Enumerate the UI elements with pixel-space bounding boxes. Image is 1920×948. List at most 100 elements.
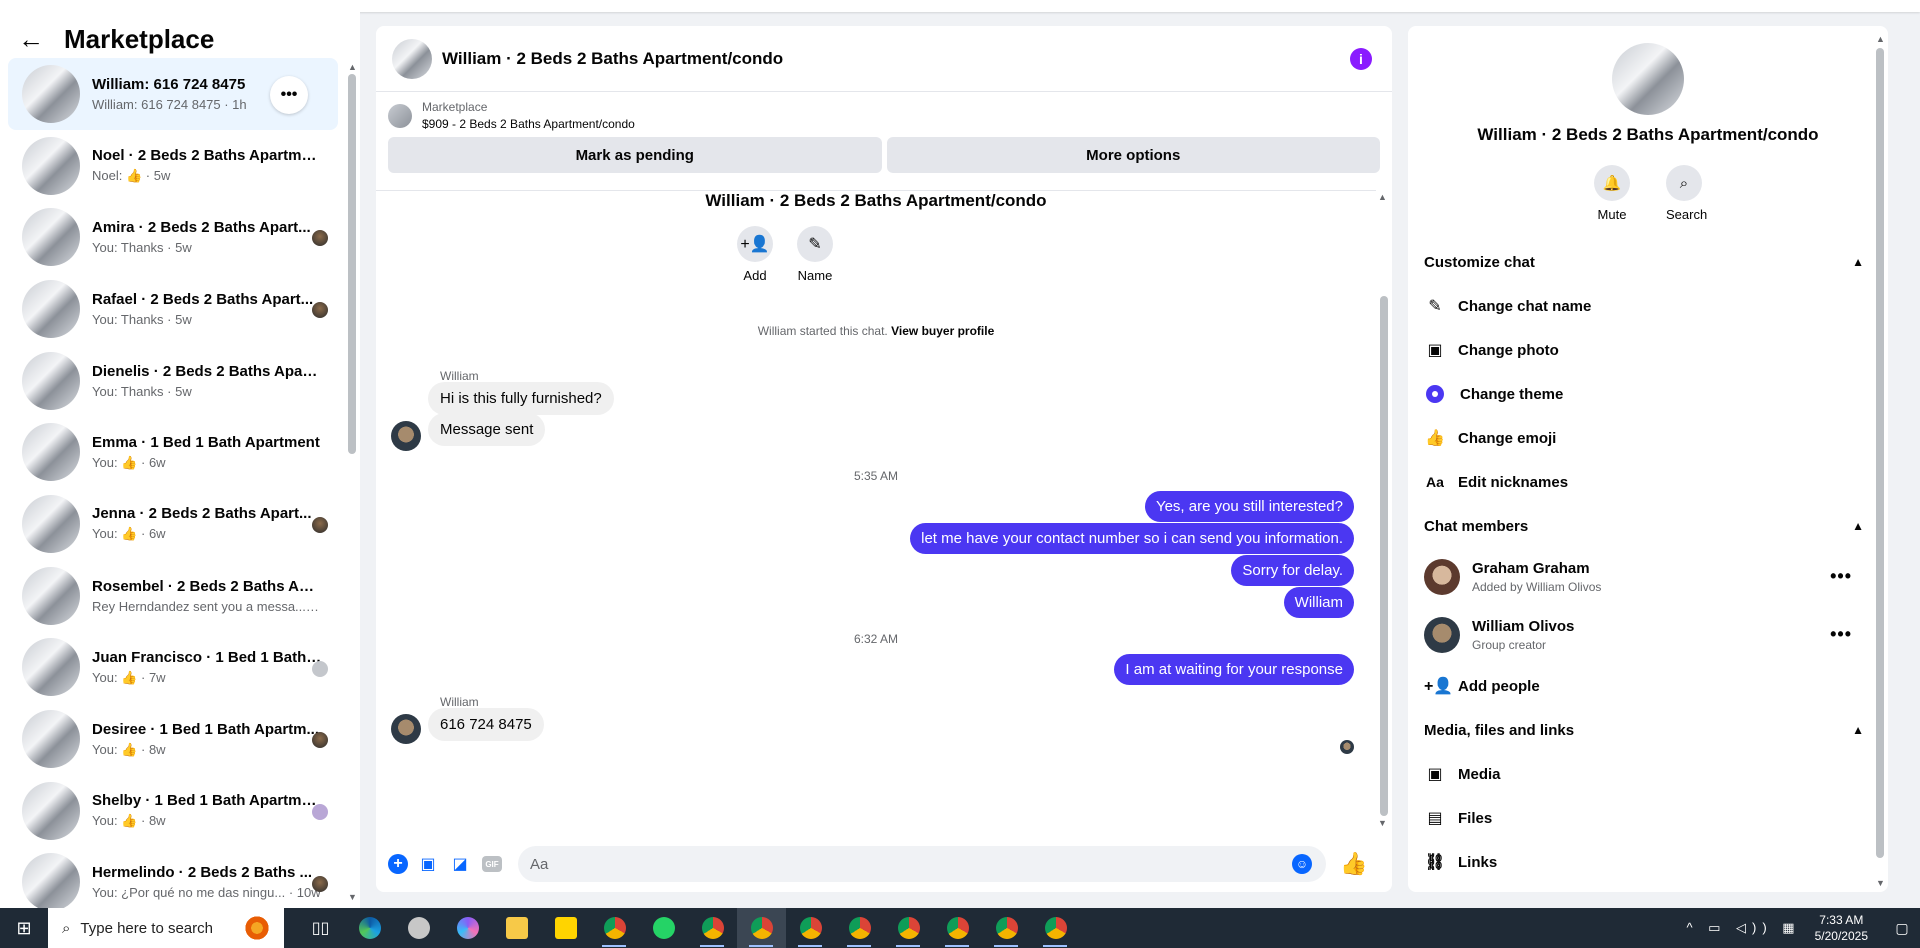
emoji-icon[interactable]: ☺ [1292, 854, 1312, 874]
taskbar-search[interactable]: ⌕ Type here to search [48, 908, 284, 948]
chrome-icon[interactable] [1031, 908, 1080, 948]
mark-as-pending-button[interactable]: Mark as pending [388, 137, 882, 173]
copilot-icon[interactable] [443, 908, 492, 948]
conversation-preview: Rey Herndandez sent you a messa... · 7w [92, 598, 322, 614]
edit-nicknames-item[interactable]: Aa Edit nicknames [1408, 460, 1888, 504]
conversation-item[interactable]: William: 616 724 8475 William: 616 724 8… [8, 58, 338, 130]
incoming-message[interactable]: Message sent [428, 413, 546, 446]
customize-chat-section[interactable]: Customize chat ▲ [1408, 240, 1888, 284]
change-chat-name-item[interactable]: ✎ Change chat name [1408, 284, 1888, 328]
sticker-icon[interactable]: ◪ [446, 850, 474, 878]
conversation-item[interactable]: Hermelindo · 2 Beds 2 Baths ... You: ¿Po… [8, 847, 338, 908]
conversation-item[interactable]: Noel · 2 Beds 2 Baths Apartment Noel: 👍 … [8, 130, 338, 202]
conversation-item[interactable]: Shelby · 1 Bed 1 Bath Apartment You: 👍 ·… [8, 775, 338, 847]
links-item[interactable]: ⛓ Links [1408, 840, 1888, 884]
preview-time: · 7w [141, 669, 166, 685]
chrome-icon[interactable] [884, 908, 933, 948]
outgoing-message[interactable]: I am at waiting for your response [1114, 654, 1354, 685]
conversation-item[interactable]: Rafael · 2 Beds 2 Baths Apart... You: Th… [8, 273, 338, 345]
clock[interactable]: 7:33 AM 5/20/2025 [1815, 912, 1868, 944]
listing-title[interactable]: $909 - 2 Beds 2 Baths Apartment/condo [422, 117, 635, 131]
preview-time: · 8w [141, 741, 166, 757]
outgoing-message[interactable]: let me have your contact number so i can… [910, 523, 1354, 554]
change-theme-item[interactable]: Change theme [1408, 372, 1888, 416]
scroll-up-arrow-icon[interactable]: ▲ [1378, 192, 1387, 202]
view-buyer-profile-link[interactable]: View buyer profile [891, 324, 994, 338]
chrome-icon[interactable] [933, 908, 982, 948]
info-panel-scrollbar[interactable] [1876, 48, 1884, 858]
more-options-icon[interactable]: ••• [1830, 624, 1852, 645]
chat-avatar[interactable] [392, 38, 432, 79]
media-files-links-section[interactable]: Media, files and links ▲ [1408, 708, 1888, 752]
gif-icon[interactable]: GIF [482, 856, 502, 872]
incoming-message[interactable]: Hi is this fully furnished? [428, 382, 614, 415]
conversation-item[interactable]: Desiree · 1 Bed 1 Bath Apartm... You: 👍 … [8, 703, 338, 775]
conversation-item[interactable]: Juan Francisco · 1 Bed 1 Bath ... You: 👍… [8, 632, 338, 704]
more-options-icon[interactable]: ••• [270, 76, 308, 114]
conversation-item[interactable]: Amira · 2 Beds 2 Baths Apart... You: Tha… [8, 201, 338, 273]
chrome-icon[interactable] [590, 908, 639, 948]
message-input[interactable]: Aa ☺ [518, 846, 1326, 882]
scroll-down-arrow-icon[interactable]: ▼ [1876, 878, 1885, 888]
nickname-icon: Aa [1426, 474, 1444, 490]
name-label: Name [797, 268, 833, 283]
scroll-up-arrow-icon[interactable]: ▲ [1876, 34, 1885, 44]
more-options-icon[interactable]: ••• [1830, 566, 1852, 587]
conversation-item[interactable]: Rosembel · 2 Beds 2 Baths Apart... Rey H… [8, 560, 338, 632]
edge-icon[interactable] [345, 908, 394, 948]
chevron-up-icon: ▲ [1852, 723, 1864, 737]
add-people-item[interactable]: +👤 Add people [1408, 664, 1888, 708]
outgoing-message[interactable]: Yes, are you still interested? [1144, 491, 1354, 522]
scroll-down-arrow-icon[interactable]: ▼ [348, 892, 357, 902]
chat-info-avatar[interactable] [1612, 43, 1684, 115]
whatsapp-icon[interactable] [639, 908, 688, 948]
conversation-item[interactable]: Emma · 1 Bed 1 Bath Apartment You: 👍 · 6… [8, 416, 338, 488]
outgoing-message[interactable]: William [1283, 587, 1354, 618]
more-options-button[interactable]: More options [886, 137, 1380, 173]
conversation-item[interactable]: Jenna · 2 Beds 2 Baths Apart... You: 👍 ·… [8, 488, 338, 560]
member-avatar [1424, 617, 1460, 653]
windows-start-icon[interactable]: ⊞ [0, 908, 48, 948]
add-action[interactable]: +👤 Add [725, 226, 785, 283]
sender-avatar[interactable] [391, 714, 421, 744]
notifications-icon[interactable]: ▢ [1884, 920, 1920, 937]
scroll-down-arrow-icon[interactable]: ▼ [1378, 818, 1387, 828]
chrome-icon[interactable] [982, 908, 1031, 948]
sticky-notes-icon[interactable] [541, 908, 590, 948]
files-item[interactable]: ▤ Files [1408, 796, 1888, 840]
member-item[interactable]: William Olivos Group creator ••• [1408, 606, 1888, 664]
chrome-icon[interactable] [835, 908, 884, 948]
app-icon[interactable] [394, 908, 443, 948]
chrome-icon[interactable] [786, 908, 835, 948]
chat-scrollbar[interactable] [1380, 296, 1388, 816]
task-view-icon[interactable]: ▯▯ [296, 908, 345, 948]
conversation-name: Shelby · 1 Bed 1 Bath Apartment [92, 792, 322, 810]
change-emoji-item[interactable]: 👍 Change emoji [1408, 416, 1888, 460]
sidebar-scrollbar[interactable] [348, 74, 356, 454]
thumbs-up-icon[interactable]: 👍 [1340, 851, 1367, 877]
listing-thumbnail[interactable] [388, 103, 412, 128]
chrome-icon[interactable] [737, 908, 786, 948]
chat-title[interactable]: William · 2 Beds 2 Baths Apartment/condo [442, 49, 783, 69]
sender-avatar[interactable] [391, 421, 421, 451]
search-action[interactable]: ⌕ Search [1666, 165, 1707, 222]
file-explorer-icon[interactable] [492, 908, 541, 948]
chat-members-section[interactable]: Chat members ▲ [1408, 504, 1888, 548]
mute-action[interactable]: 🔔 Mute [1594, 165, 1630, 222]
info-icon[interactable]: i [1350, 48, 1372, 70]
tray-icons[interactable]: ^ ▭ ◁)) ▦ [1686, 920, 1800, 936]
change-photo-item[interactable]: ▣ Change photo [1408, 328, 1888, 372]
name-action[interactable]: ✎ Name [785, 226, 845, 283]
listing-thumbnail [22, 853, 80, 908]
media-item[interactable]: ▣ Media [1408, 752, 1888, 796]
outgoing-message[interactable]: Sorry for delay. [1231, 555, 1354, 586]
plus-icon[interactable]: + [388, 854, 408, 874]
conversation-item[interactable]: Dienelis · 2 Beds 2 Baths Apartm... You:… [8, 345, 338, 417]
preview-time: · 6w [141, 526, 166, 542]
member-item[interactable]: Graham Graham Added by William Olivos ••… [1408, 548, 1888, 606]
chrome-icon[interactable] [688, 908, 737, 948]
back-arrow-icon[interactable]: ← [18, 26, 44, 52]
scroll-up-arrow-icon[interactable]: ▲ [348, 62, 357, 72]
incoming-message[interactable]: 616 724 8475 [428, 708, 544, 741]
photo-icon[interactable]: ▣ [414, 850, 442, 878]
